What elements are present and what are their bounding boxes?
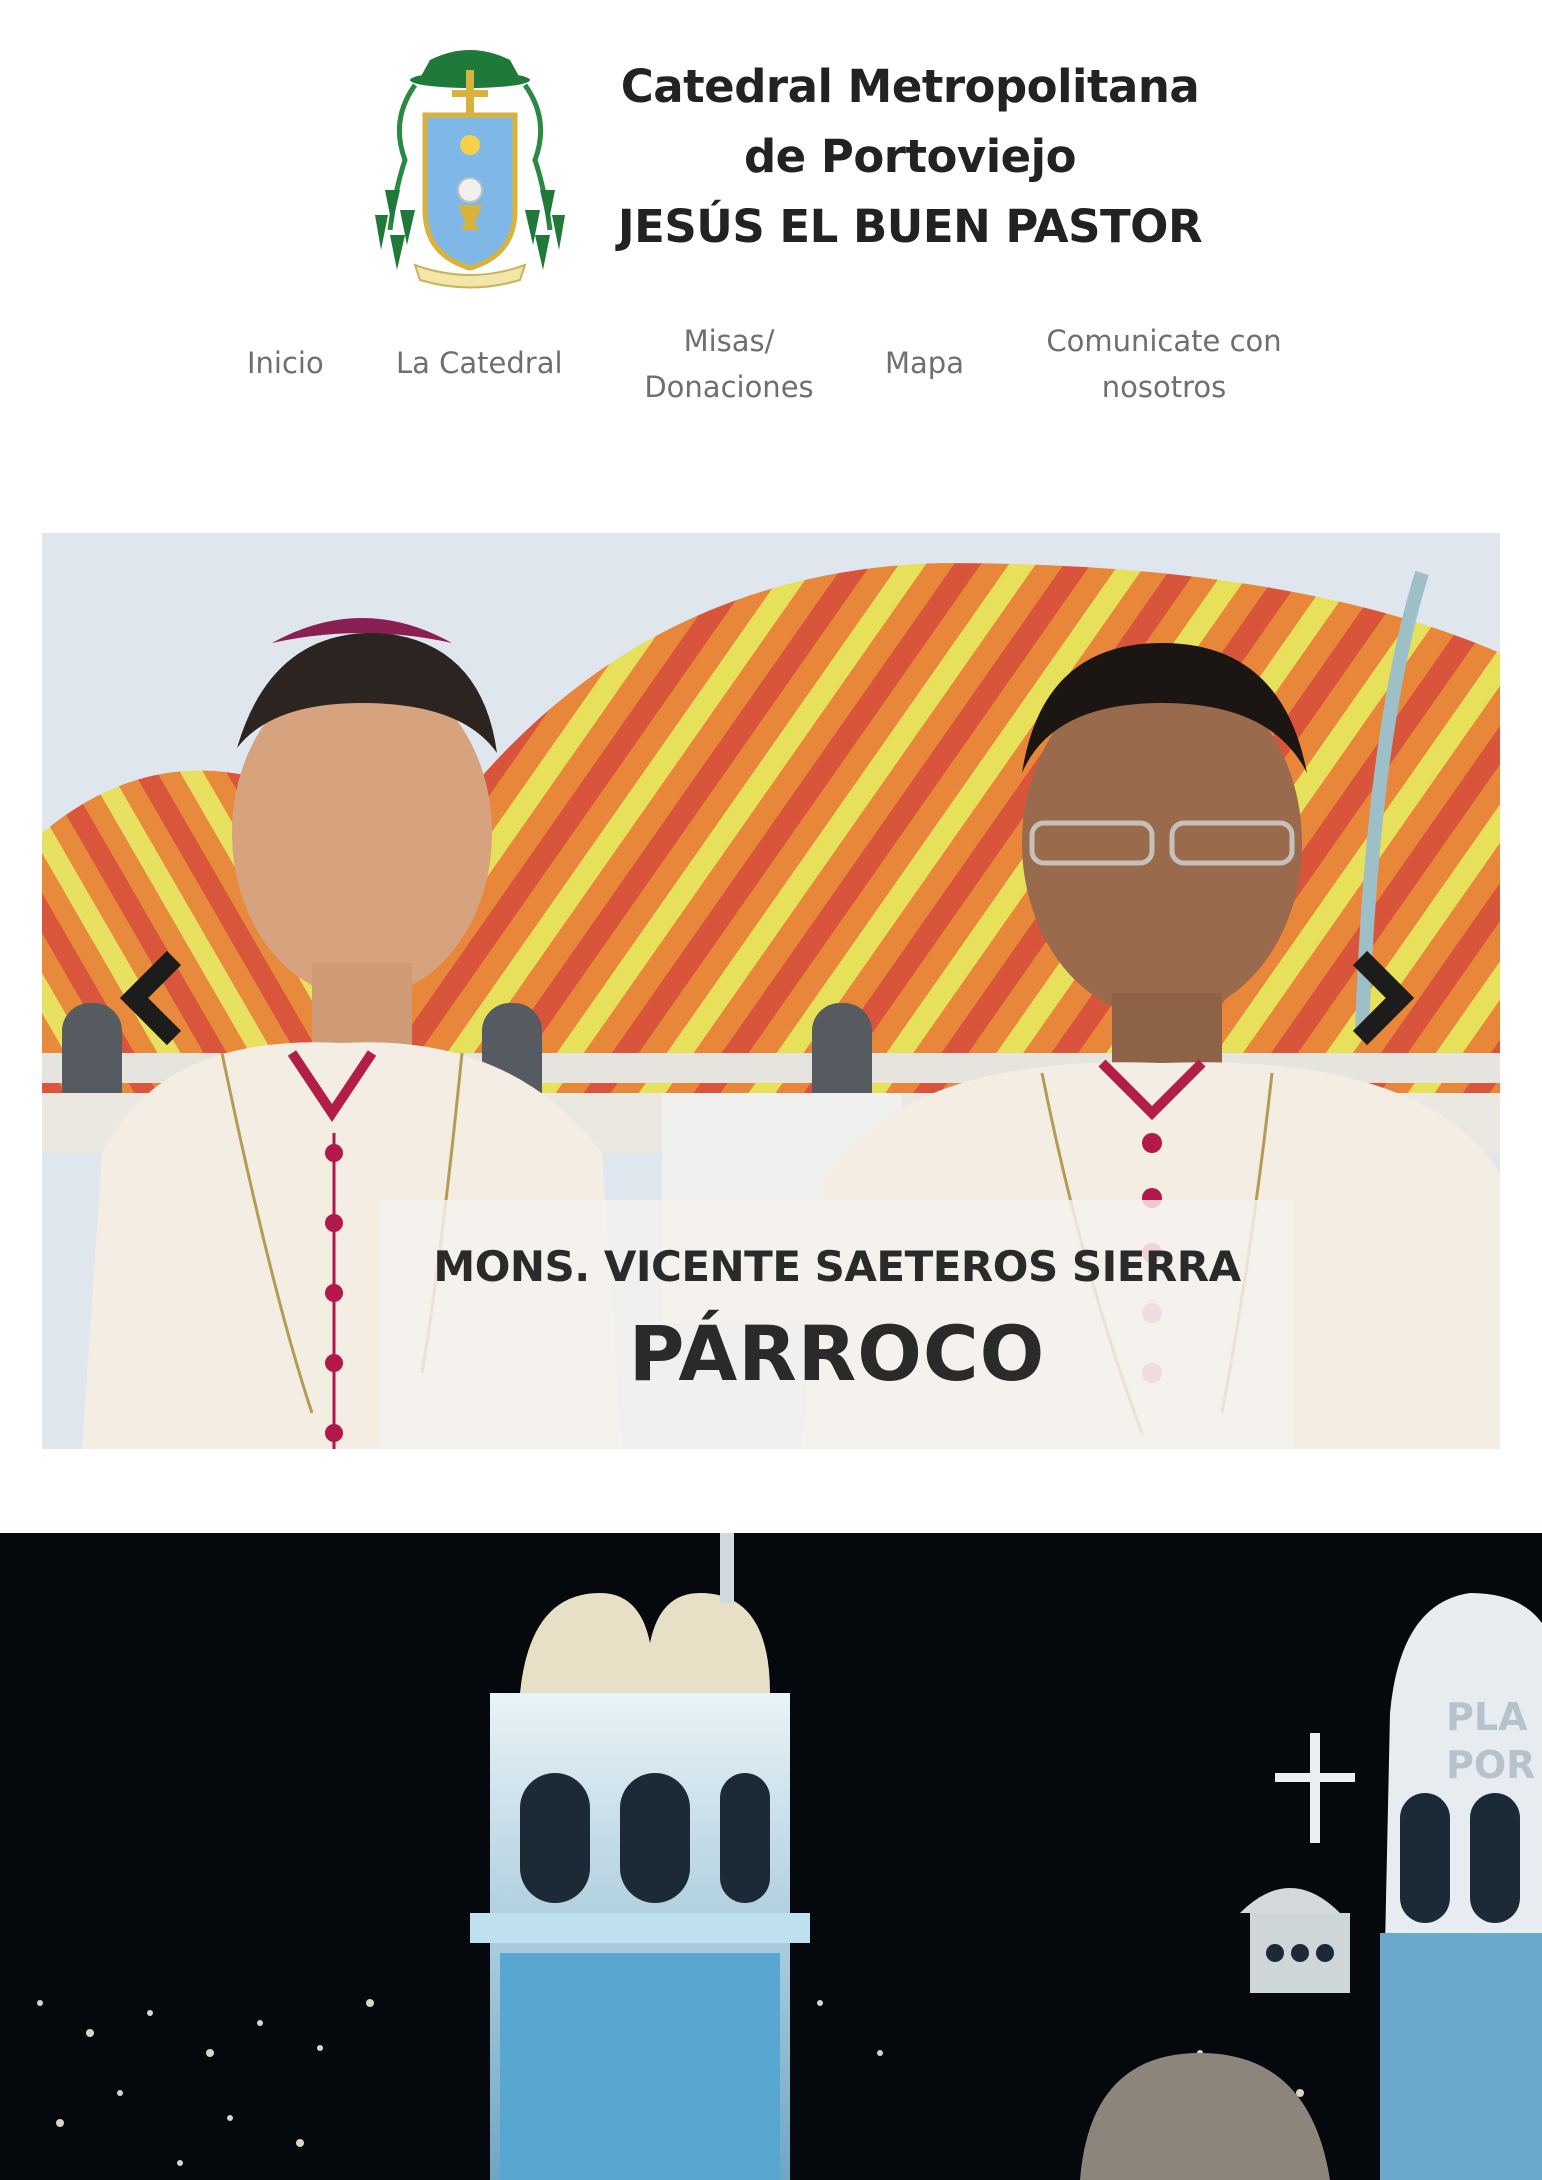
- nav-item-misas-donaciones[interactable]: Misas/ Donaciones: [636, 318, 822, 410]
- hero-slider[interactable]: MONS. VICENTE SAETEROS SIERRA PÁRROCO: [42, 533, 1500, 1449]
- site-header: Catedral Metropolitana de Portoviejo JES…: [0, 0, 1542, 470]
- nav-item-mapa[interactable]: Mapa: [885, 340, 964, 386]
- slide-caption: MONS. VICENTE SAETEROS SIERRA PÁRROCO: [380, 1200, 1294, 1449]
- nav-item-la-catedral[interactable]: La Catedral: [396, 340, 563, 386]
- slide-caption-name: MONS. VICENTE SAETEROS SIERRA: [433, 1242, 1241, 1291]
- nav-item-label: La Catedral: [396, 346, 563, 380]
- slider-prev-button[interactable]: [112, 943, 202, 1053]
- nav-item-inicio[interactable]: Inicio: [247, 340, 324, 386]
- chevron-left-icon: [119, 950, 182, 1046]
- site-title-line3: JESÚS EL BUEN PASTOR: [617, 200, 1203, 253]
- coat-of-arms-icon[interactable]: [370, 40, 570, 290]
- cathedral-night-image: [0, 1533, 1542, 2180]
- main-nav: Inicio La Catedral Misas/ Donaciones Map…: [0, 318, 1542, 418]
- nav-item-label-line2: Donaciones: [644, 370, 814, 404]
- nav-item-label-line1: Misas/: [683, 324, 775, 358]
- banner-text-line2: POR: [1446, 1743, 1536, 1787]
- site-title-line2: de Portoviejo: [743, 130, 1077, 183]
- banner-text-line1: PLA: [1446, 1695, 1528, 1739]
- chevron-right-icon: [1352, 950, 1415, 1046]
- nav-item-comunicate[interactable]: Comunicate con nosotros: [1036, 318, 1292, 410]
- site-title[interactable]: Catedral Metropolitana de Portoviejo JES…: [600, 52, 1220, 262]
- slider-next-button[interactable]: [1332, 943, 1422, 1053]
- night-cathedral-banner: PLA POR: [0, 1533, 1542, 2180]
- nav-item-label: Mapa: [885, 346, 964, 380]
- nav-item-label-line1: Comunicate con: [1046, 324, 1282, 358]
- slide-caption-role: PÁRROCO: [628, 1309, 1046, 1398]
- banner-overlay-text: PLA POR: [1446, 1693, 1535, 1789]
- nav-item-label-line2: nosotros: [1101, 370, 1227, 404]
- site-title-line1: Catedral Metropolitana: [620, 60, 1200, 113]
- nav-item-label: Inicio: [247, 346, 324, 380]
